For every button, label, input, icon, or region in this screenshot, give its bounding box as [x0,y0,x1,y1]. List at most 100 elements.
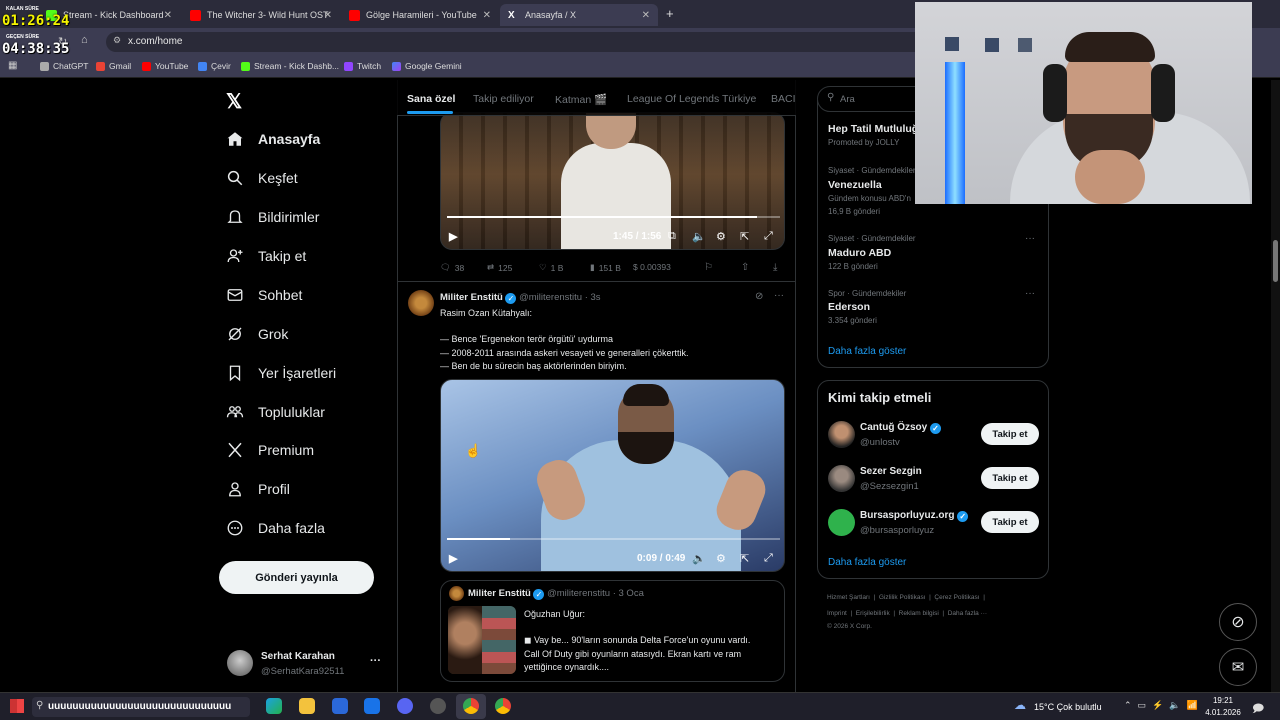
suggested-name[interactable]: Cantuğ Özsoy ✓ [860,422,942,434]
bookmark-twitch[interactable]: Twitch [344,61,381,71]
settings-icon[interactable]: ⚙ [716,230,726,243]
show-more-follow-link[interactable]: Daha fazla göster [828,557,906,568]
x-logo-icon[interactable]: 𝕏 [226,89,242,114]
site-info-icon[interactable]: ⚙ [113,35,121,46]
show-more-trends-link[interactable]: Daha fazla göster [828,346,906,357]
volume-icon[interactable]: 🔈 [692,552,706,565]
video-player-1[interactable] [440,112,785,250]
tab-katman[interactable]: Katman 🎬 [555,93,607,106]
trend-title[interactable]: Venezuella [828,179,882,191]
suggested-name[interactable]: Bursasporluyuz.org ✓ [860,510,969,522]
home-icon[interactable]: ⌂ [81,34,88,46]
nav-chat[interactable]: Sohbet [226,286,302,304]
tab-x-home[interactable]: X Anasayfa / X ✕ [500,4,658,26]
nav-notifications[interactable]: Bildirimler [226,208,319,226]
new-tab-button[interactable]: + [666,6,674,21]
follow-button[interactable]: Takip et [981,511,1039,533]
close-icon[interactable]: ✕ [164,10,172,21]
scrollbar[interactable] [1271,80,1280,692]
nav-home[interactable]: Anasayfa [226,130,320,148]
settings-icon[interactable]: ⚙ [716,552,726,565]
weather-text[interactable]: 15°C Çok bulutlu [1034,702,1102,712]
bookmark-youtube[interactable]: YouTube [142,61,188,71]
close-icon[interactable]: ✕ [483,10,491,21]
notification-icon[interactable]: 🗩 [1252,700,1264,719]
avatar[interactable] [408,290,434,316]
scrollbar-thumb[interactable] [1273,240,1278,282]
views-button[interactable]: ▮ 151 B [590,262,621,273]
video-progress-track[interactable] [447,538,780,540]
trend-more-icon[interactable]: ··· [1025,233,1035,244]
tip-button[interactable]: $ 0.00393 [633,262,671,272]
avatar[interactable] [828,509,855,536]
pip-icon[interactable]: ⇱ [740,230,749,243]
bookmark-icon[interactable]: ⚐ [704,262,713,273]
tab-lol-turkiye[interactable]: League Of Legends Türkiye [627,93,756,105]
store-icon[interactable] [332,698,348,714]
avatar[interactable] [828,421,855,448]
play-icon[interactable]: ▶ [449,230,457,243]
tab-golge-haramileri[interactable]: Gölge Haramileri - YouTube ✕ [341,4,499,26]
video-progress-track[interactable] [447,216,780,218]
nav-follow[interactable]: Takip et [226,247,306,265]
file-explorer-icon[interactable] [299,698,315,714]
post-button[interactable]: Gönderi yayınla [219,561,374,594]
share-icon[interactable]: ⇧ [741,262,749,273]
author-name[interactable]: Militer Enstitü [440,292,503,303]
follow-button[interactable]: Takip et [981,467,1039,489]
tab-following[interactable]: Takip ediliyor [473,93,534,105]
tab-bacil[interactable]: BACIL [771,93,796,105]
video-player-2[interactable] [440,379,785,572]
trend-title[interactable]: Hep Tatil Mutluluğ [828,123,918,135]
close-icon[interactable]: ✕ [324,10,332,21]
obs-icon[interactable] [430,698,446,714]
bookmark-kick-dashboard[interactable]: Stream - Kick Dashb... [241,61,339,71]
nav-communities[interactable]: Topluluklar [226,403,325,421]
chrome-icon[interactable] [463,698,479,714]
grok-icon[interactable]: ⊘ [755,291,763,302]
bookmark-gemini[interactable]: Google Gemini [392,61,462,71]
suggested-name[interactable]: Sezer Sezgin [860,466,922,477]
trend-title[interactable]: Maduro ABD [828,247,891,259]
clock-time[interactable]: 19:21 [1206,696,1240,705]
discord-icon[interactable] [397,698,413,714]
bookmark-cevir[interactable]: Çevir [198,61,231,71]
grok-icon[interactable]: ⊘ [1219,603,1257,641]
avatar[interactable] [227,650,253,676]
bookmark-chatgpt[interactable]: ChatGPT [40,61,88,71]
nav-premium[interactable]: Premium [226,441,314,459]
bookmark-gmail[interactable]: Gmail [96,61,131,71]
more-options-icon[interactable]: ··· [774,290,784,301]
taskbar-search[interactable]: ⚲ uuuuuuuuuuuuuuuuuuuuuuuuuuuuuu [32,697,250,717]
captions-icon[interactable]: ⧉ [668,230,676,243]
fullscreen-icon[interactable]: ⤢ [764,230,773,243]
fullscreen-icon[interactable]: ⤢ [764,552,773,565]
pip-icon[interactable]: ⇱ [740,552,749,565]
edge-icon[interactable] [266,698,282,714]
nav-profile[interactable]: Profil [226,480,290,498]
account-menu-button[interactable]: ··· [370,655,381,667]
tab-witcher-ost[interactable]: The Witcher 3- Wild Hunt OST ✕ [182,4,340,26]
system-tray-icons[interactable]: ⌃▭⚡🔈📶 [1124,700,1204,711]
author-handle[interactable]: @militerenstitu [519,292,582,303]
start-icon[interactable] [10,699,24,713]
trend-title[interactable]: Ederson [828,301,870,313]
apps-grid-icon[interactable]: ▦ [8,60,17,71]
nav-bookmarks[interactable]: Yer İşaretleri [226,364,336,382]
avatar[interactable] [828,465,855,492]
url-field[interactable]: ⚙ x.com/home [106,32,926,52]
trend-more-icon[interactable]: ··· [1025,288,1035,299]
repost-button[interactable]: ⇄ 125 [487,262,512,273]
tab-for-you[interactable]: Sana özel [407,93,455,105]
mail-icon[interactable]: ✉ [1219,648,1257,686]
play-icon[interactable]: ▶ [449,552,457,565]
reply-button[interactable]: 🗨 38 [440,262,464,273]
nav-grok[interactable]: Grok [226,325,288,343]
mail-app-icon[interactable] [364,698,380,714]
download-icon[interactable]: ⤓ [773,262,777,273]
follow-button[interactable]: Takip et [981,423,1039,445]
volume-icon[interactable]: 🔈 [692,230,706,243]
like-button[interactable]: ♡ 1 B [539,262,563,273]
nav-explore[interactable]: Keşfet [226,169,298,187]
nav-more[interactable]: Daha fazla [226,519,325,537]
